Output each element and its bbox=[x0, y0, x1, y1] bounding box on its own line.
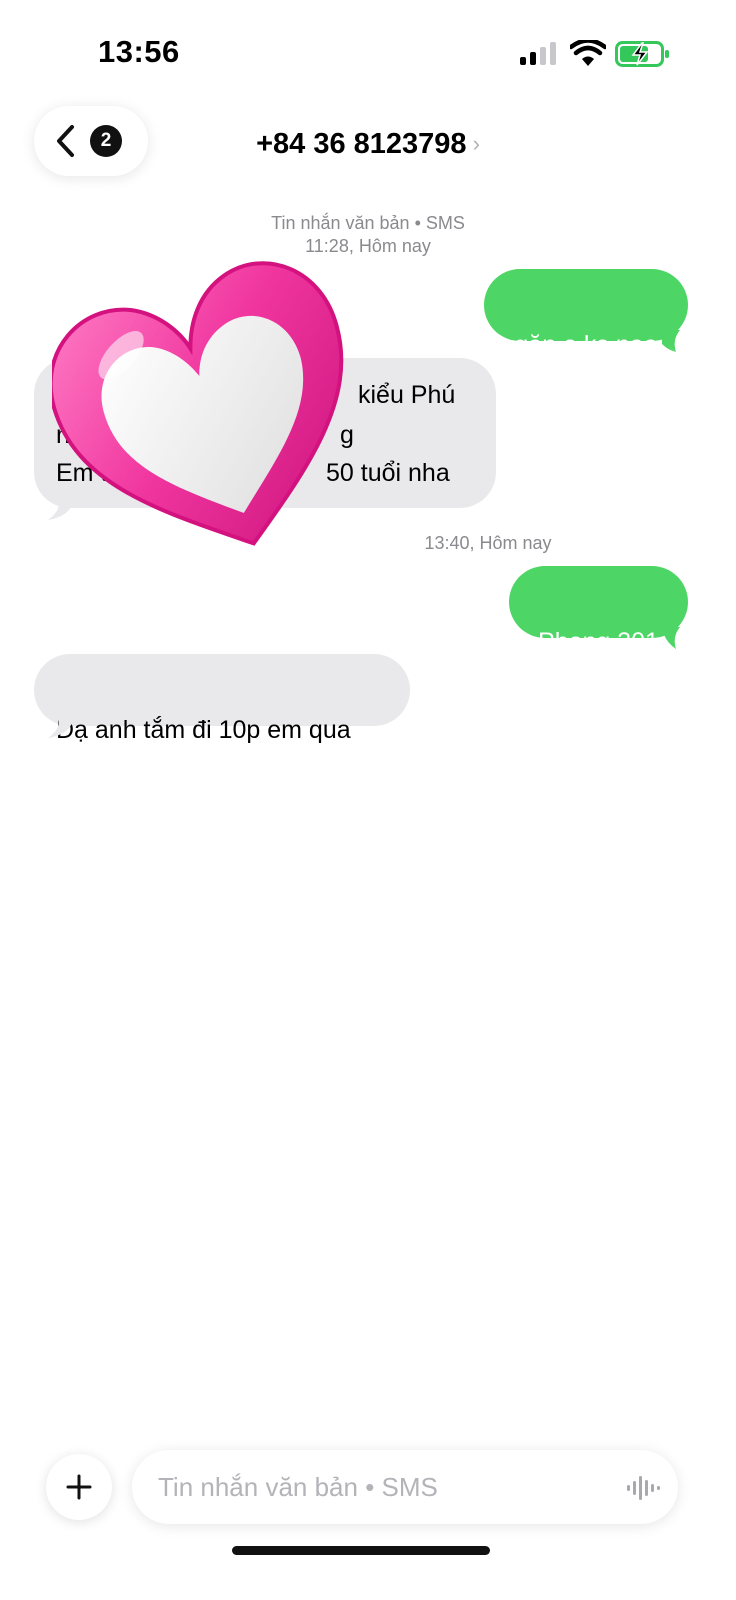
message-bubble-outgoing[interactable]: găp e ks nao bbox=[484, 269, 688, 359]
plus-icon bbox=[66, 1474, 92, 1500]
chevron-right-icon: › bbox=[472, 131, 480, 156]
home-indicator[interactable] bbox=[232, 1546, 490, 1555]
cellular-signal-icon bbox=[520, 42, 556, 65]
status-time: 13:56 bbox=[98, 34, 180, 69]
contact-number: +84 36 8123798 bbox=[256, 128, 467, 160]
bubble-tail bbox=[662, 627, 680, 649]
message-input-container[interactable] bbox=[132, 1450, 678, 1524]
wifi-icon bbox=[570, 40, 606, 66]
message-type-label: Tin nhắn văn bản • SMS bbox=[271, 213, 465, 233]
heart-sticker-icon bbox=[52, 261, 344, 546]
bubble-tail bbox=[48, 716, 74, 738]
message-input[interactable] bbox=[158, 1450, 598, 1524]
message-text: Dạ anh tắm đi 10p em qua bbox=[56, 716, 351, 744]
add-attachment-button[interactable] bbox=[46, 1454, 112, 1520]
battery-charging-icon bbox=[615, 41, 669, 67]
messages-screen: 13:56 2 +84 36 8123798 › Tin nhắn văn bản… bbox=[0, 0, 736, 1600]
message-text: kiểu Phú bbox=[358, 381, 456, 409]
message-text: Phong 301 bbox=[538, 628, 659, 656]
audio-waveform-icon[interactable] bbox=[626, 1474, 660, 1502]
message-text: găp e ks nao bbox=[514, 331, 658, 359]
contact-name-button[interactable]: +84 36 8123798 › bbox=[0, 128, 736, 161]
message-bubble-incoming[interactable]: Dạ anh tắm đi 10p em qua bbox=[34, 654, 410, 744]
bubble-tail bbox=[662, 330, 680, 352]
